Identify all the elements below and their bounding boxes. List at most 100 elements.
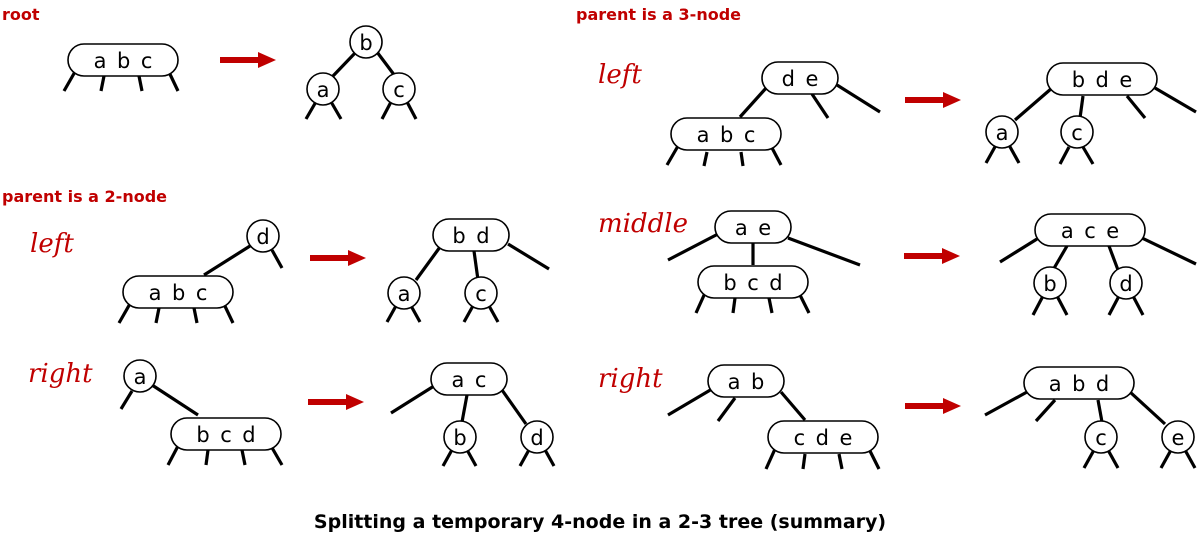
edge bbox=[867, 448, 881, 470]
edge bbox=[665, 145, 680, 166]
edge bbox=[154, 307, 161, 324]
edge bbox=[1055, 295, 1069, 316]
node-key: d bbox=[530, 426, 543, 450]
node-keys: a b c bbox=[697, 123, 756, 147]
tree-p2-right-before: a b c d bbox=[119, 359, 284, 466]
edge bbox=[1183, 449, 1197, 469]
node-keys: a b d bbox=[1049, 372, 1110, 396]
node-keys: b c d bbox=[196, 423, 255, 447]
node-key: a bbox=[317, 78, 330, 102]
edge bbox=[1107, 245, 1120, 271]
edge bbox=[240, 449, 247, 466]
node-key: c bbox=[1071, 121, 1083, 145]
edge bbox=[500, 389, 528, 425]
edge bbox=[1131, 295, 1145, 316]
edge bbox=[716, 397, 737, 422]
edge bbox=[984, 144, 998, 164]
section-title-parent-2-node: parent is a 2-node bbox=[2, 187, 167, 206]
edge bbox=[764, 448, 777, 470]
figure-caption: Splitting a temporary 4-node in a 2-3 tr… bbox=[314, 511, 886, 533]
edge bbox=[375, 51, 397, 77]
edge bbox=[702, 151, 709, 167]
node-key: e bbox=[1172, 426, 1185, 450]
edge bbox=[739, 151, 745, 167]
edge bbox=[99, 75, 106, 92]
node-keys: d e bbox=[782, 67, 819, 91]
edge bbox=[1141, 236, 1197, 266]
right-arrow-icon bbox=[905, 92, 961, 108]
edge bbox=[1078, 95, 1085, 119]
node-key: d bbox=[256, 225, 269, 249]
edge bbox=[837, 453, 844, 470]
edge bbox=[204, 449, 210, 466]
edge bbox=[1007, 144, 1021, 164]
node-keys: a b c bbox=[149, 281, 208, 305]
edge bbox=[460, 394, 469, 423]
edge bbox=[1107, 295, 1121, 316]
edge bbox=[999, 237, 1038, 264]
node-key: b bbox=[359, 31, 372, 55]
edge bbox=[801, 453, 807, 470]
right-arrow-icon bbox=[308, 394, 364, 410]
edge bbox=[1106, 449, 1120, 469]
edge bbox=[694, 292, 707, 314]
edge bbox=[1031, 295, 1045, 316]
right-arrow-icon bbox=[904, 248, 960, 264]
right-arrow-icon bbox=[310, 250, 366, 266]
edge bbox=[810, 93, 830, 119]
node-keys: a e bbox=[735, 216, 771, 240]
node-key: a bbox=[134, 365, 147, 389]
case-label-p3-left: left bbox=[598, 60, 642, 90]
node-key: a bbox=[398, 282, 411, 306]
edge bbox=[1125, 94, 1147, 120]
edge bbox=[414, 246, 442, 281]
node-keys: a b bbox=[728, 370, 765, 394]
edge bbox=[787, 236, 861, 267]
edge bbox=[137, 75, 144, 92]
edge bbox=[767, 297, 774, 314]
node-key: b bbox=[1043, 272, 1056, 296]
node-key: c bbox=[393, 78, 405, 102]
edge bbox=[1096, 399, 1104, 423]
edge bbox=[507, 242, 550, 271]
tree-p3-right-before: a b c d e bbox=[667, 364, 881, 470]
section-title-root: root bbox=[2, 5, 40, 24]
tree-p3-right-after: a b d c e bbox=[984, 366, 1197, 469]
edge bbox=[984, 390, 1028, 417]
node-keys: b d e bbox=[1072, 68, 1133, 92]
right-arrow-icon bbox=[220, 52, 276, 68]
edge bbox=[1034, 398, 1057, 423]
tree-root-after: b a c bbox=[304, 25, 418, 120]
edge bbox=[1159, 449, 1173, 469]
edge bbox=[1058, 146, 1071, 165]
node-keys: a c bbox=[452, 368, 487, 392]
edge bbox=[151, 383, 199, 417]
edge bbox=[390, 384, 435, 415]
edge bbox=[1081, 146, 1095, 165]
node-keys: a c e bbox=[1061, 219, 1119, 243]
edge bbox=[1154, 86, 1197, 114]
edge bbox=[667, 387, 713, 417]
edge bbox=[1051, 245, 1069, 271]
edge bbox=[779, 390, 807, 422]
case-label-p2-left: left bbox=[30, 229, 74, 259]
node-key: d bbox=[1119, 272, 1132, 296]
tree-p3-middle-after: a c e b d bbox=[999, 213, 1197, 316]
edge bbox=[166, 445, 180, 466]
edge bbox=[731, 297, 737, 314]
tree-p2-left-after: b d a c bbox=[385, 218, 550, 323]
edge bbox=[119, 390, 134, 410]
edge bbox=[192, 307, 199, 324]
edge bbox=[1013, 86, 1054, 122]
node-keys: b c d bbox=[723, 271, 782, 295]
case-label-p3-middle: middle bbox=[598, 209, 688, 239]
right-arrow-icon bbox=[905, 398, 961, 414]
tree-p2-right-after: a c b d bbox=[390, 362, 556, 467]
tree-p3-middle-before: a e b c d bbox=[667, 210, 861, 314]
edge bbox=[1128, 390, 1167, 426]
node-key: c bbox=[1095, 426, 1107, 450]
case-label-p3-right: right bbox=[598, 364, 663, 394]
case-label-p2-right: right bbox=[28, 359, 93, 389]
node-keys: b d bbox=[452, 224, 489, 248]
tree-root-before: a b c bbox=[62, 43, 180, 92]
